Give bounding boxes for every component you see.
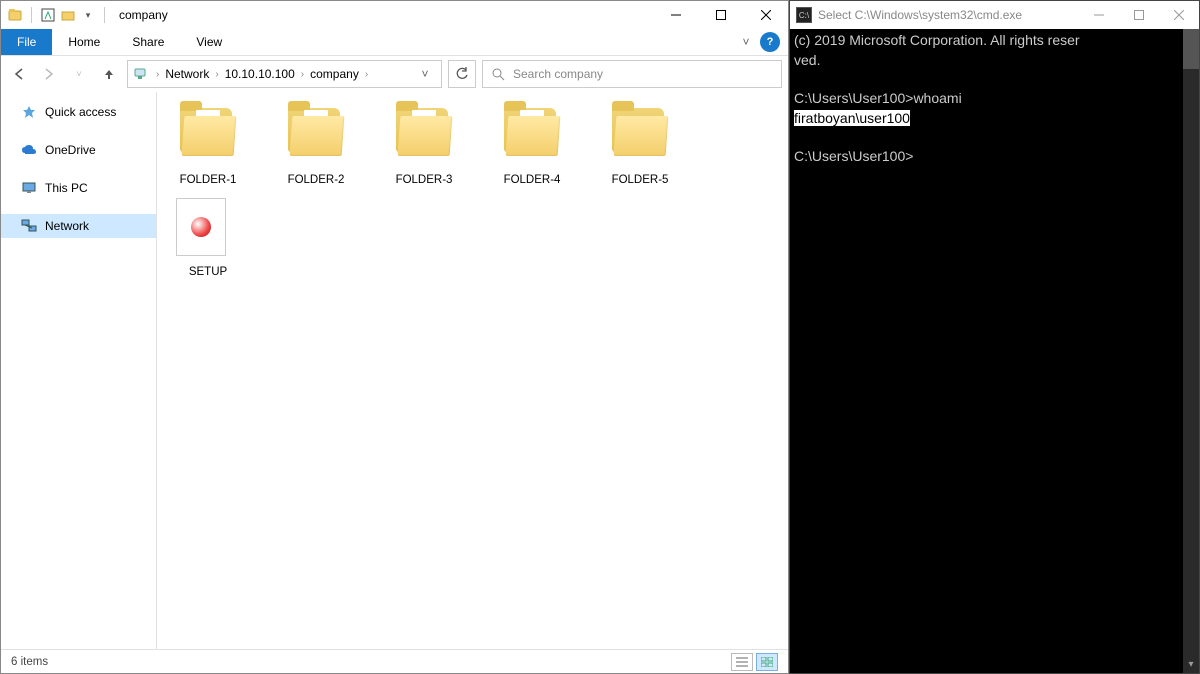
cmd-app-icon: C:\ xyxy=(796,7,812,23)
list-item[interactable]: FOLDER-3 xyxy=(385,104,463,186)
item-label: FOLDER-4 xyxy=(504,174,561,186)
help-icon[interactable]: ? xyxy=(760,32,780,52)
cmd-command: whoami xyxy=(913,90,961,106)
breadcrumb-seg-company[interactable]: company xyxy=(308,67,361,81)
cmd-prompt: C:\Users\User100> xyxy=(794,90,913,106)
close-button[interactable] xyxy=(743,1,788,29)
cmd-copyright-2: ved. xyxy=(794,52,820,68)
ribbon-collapse-icon[interactable]: ˅ xyxy=(732,29,760,55)
chevron-right-icon[interactable]: › xyxy=(152,69,163,80)
item-label: FOLDER-5 xyxy=(612,174,669,186)
sidebar-item-quick-access[interactable]: Quick access xyxy=(1,100,156,124)
search-placeholder: Search company xyxy=(513,67,603,81)
sidebar-item-label: Network xyxy=(45,219,89,233)
tab-file[interactable]: File xyxy=(1,29,52,55)
cmd-output-highlighted: firatboyan\user100 xyxy=(794,110,910,126)
nav-back-button[interactable] xyxy=(7,62,31,86)
cmd-scrollbar[interactable]: ▴ ▾ xyxy=(1183,29,1199,673)
explorer-app-icon xyxy=(7,7,23,23)
pc-icon xyxy=(21,180,37,196)
sidebar-item-this-pc[interactable]: This PC xyxy=(1,176,156,200)
scroll-thumb[interactable] xyxy=(1183,29,1199,69)
cmd-prompt: C:\Users\User100> xyxy=(794,148,913,164)
file-explorer-window: ▾ company File Home Share View ˅ ? ˅ › N… xyxy=(0,0,789,674)
navigation-sidebar: Quick access OneDrive This PC Network xyxy=(1,92,157,649)
sidebar-item-network[interactable]: Network xyxy=(1,214,156,238)
nav-up-button[interactable] xyxy=(97,62,121,86)
minimize-button[interactable] xyxy=(653,1,698,29)
breadcrumb-seg-network[interactable]: Network xyxy=(163,67,211,81)
tab-view[interactable]: View xyxy=(180,29,238,55)
item-label: FOLDER-3 xyxy=(396,174,453,186)
quick-access-toolbar: ▾ xyxy=(1,7,115,23)
refresh-button[interactable] xyxy=(448,60,476,88)
folder-icon xyxy=(284,104,348,168)
cmd-title-text: Select C:\Windows\system32\cmd.exe xyxy=(818,8,1079,22)
file-list[interactable]: FOLDER-1 FOLDER-2 FOLDER-3 FOLDER-4 FOLDER-5… xyxy=(157,92,788,649)
view-details-button[interactable] xyxy=(731,653,753,671)
chevron-right-icon[interactable]: › xyxy=(211,69,222,80)
setup-file-icon xyxy=(176,196,240,260)
cmd-copyright-1: (c) 2019 Microsoft Corporation. All righ… xyxy=(794,32,1080,48)
network-icon xyxy=(21,218,37,234)
status-item-count: 6 items xyxy=(11,656,48,668)
search-box[interactable]: Search company xyxy=(482,60,782,88)
list-item[interactable]: FOLDER-1 xyxy=(169,104,247,186)
navigation-bar: ˅ › Network › 10.10.10.100 › company › ˅… xyxy=(1,56,788,92)
breadcrumb-bar[interactable]: › Network › 10.10.10.100 › company › ˅ xyxy=(127,60,442,88)
explorer-title-bar: ▾ company xyxy=(1,1,788,29)
sidebar-item-label: Quick access xyxy=(45,105,116,119)
cloud-icon xyxy=(21,142,37,158)
sidebar-item-label: OneDrive xyxy=(45,143,96,157)
breadcrumb-seg-ip[interactable]: 10.10.10.100 xyxy=(223,67,297,81)
list-item[interactable]: FOLDER-2 xyxy=(277,104,355,186)
ribbon-tabs: File Home Share View ˅ ? xyxy=(1,29,788,56)
list-item[interactable]: FOLDER-4 xyxy=(493,104,571,186)
item-label: FOLDER-1 xyxy=(180,174,237,186)
breadcrumb-network-icon xyxy=(132,66,148,82)
star-icon xyxy=(21,104,37,120)
item-label: FOLDER-2 xyxy=(288,174,345,186)
window-title: company xyxy=(115,8,168,22)
qat-dropdown-icon[interactable]: ▾ xyxy=(80,7,96,23)
address-dropdown-icon[interactable]: ˅ xyxy=(413,67,437,81)
item-label: SETUP xyxy=(189,266,227,278)
explorer-body: Quick access OneDrive This PC Network FO… xyxy=(1,92,788,649)
cmd-close-button[interactable] xyxy=(1159,1,1199,29)
cmd-maximize-button[interactable] xyxy=(1119,1,1159,29)
view-icons-button[interactable] xyxy=(756,653,778,671)
cmd-minimize-button[interactable] xyxy=(1079,1,1119,29)
sidebar-item-label: This PC xyxy=(45,181,88,195)
tab-home[interactable]: Home xyxy=(52,29,116,55)
chevron-right-icon[interactable]: › xyxy=(361,69,372,80)
qat-folder-icon[interactable] xyxy=(60,7,76,23)
maximize-button[interactable] xyxy=(698,1,743,29)
list-item[interactable]: SETUP xyxy=(169,196,247,278)
folder-icon xyxy=(608,104,672,168)
scroll-down-icon[interactable]: ▾ xyxy=(1183,657,1199,673)
status-bar: 6 items xyxy=(1,649,788,673)
sidebar-item-onedrive[interactable]: OneDrive xyxy=(1,138,156,162)
list-item[interactable]: FOLDER-5 xyxy=(601,104,679,186)
nav-forward-button[interactable] xyxy=(37,62,61,86)
nav-recent-dropdown[interactable]: ˅ xyxy=(67,62,91,86)
folder-icon xyxy=(500,104,564,168)
cmd-terminal[interactable]: (c) 2019 Microsoft Corporation. All righ… xyxy=(790,29,1199,673)
tab-share[interactable]: Share xyxy=(116,29,180,55)
folder-icon xyxy=(392,104,456,168)
cmd-window: C:\ Select C:\Windows\system32\cmd.exe (… xyxy=(789,0,1200,674)
cmd-title-bar: C:\ Select C:\Windows\system32\cmd.exe xyxy=(790,1,1199,29)
search-icon xyxy=(491,67,505,81)
chevron-right-icon[interactable]: › xyxy=(297,69,308,80)
qat-properties-icon[interactable] xyxy=(40,7,56,23)
folder-icon xyxy=(176,104,240,168)
